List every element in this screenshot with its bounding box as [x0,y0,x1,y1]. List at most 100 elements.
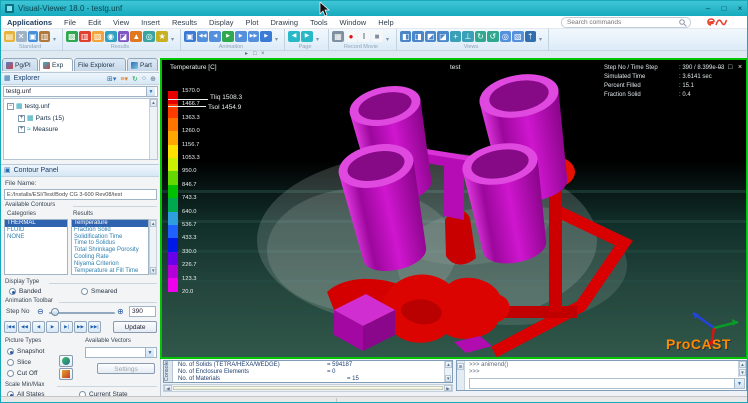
record-overflow-icon[interactable]: ▾ [386,36,389,43]
expand-icon[interactable]: + [18,115,25,122]
axis-triad-icon[interactable]: + [450,31,461,42]
settings-button[interactable]: Settings [97,363,155,374]
refresh-icon[interactable]: ↻ [132,75,138,83]
cutoff-icon-button[interactable] [59,368,73,380]
step-back-button[interactable]: ◀ [32,321,45,333]
menu-applications[interactable]: Applications [1,16,58,29]
minimize-button[interactable]: – [701,1,715,16]
tab-pgpl[interactable]: Pg/Pl [2,58,38,71]
fast-forward-icon[interactable]: ▶▶ [248,31,260,42]
menu-insert[interactable]: Insert [135,16,166,29]
search-box[interactable] [561,17,691,28]
play-icon[interactable]: ▶ [222,31,234,42]
results-list[interactable]: Temperature Fraction Solid Solidificatio… [71,219,149,275]
viewport-close-icon[interactable]: × [738,64,742,71]
combo-dropdown-icon[interactable]: ▼ [146,87,155,96]
category-item[interactable]: THERMAL [5,220,67,227]
result-item[interactable]: Total Shrinkage Porosity [72,247,148,254]
rotate-icon[interactable]: ↻ [475,31,486,42]
anchor-icon[interactable]: † [525,31,536,42]
iso-surface-icon[interactable]: ◉ [105,31,117,42]
console-vscrollbar[interactable]: ▲ ▼ [444,361,452,382]
scroll-down-icon[interactable]: ▼ [150,267,156,274]
tree-filter-icon[interactable]: ⊞▾ [107,75,116,83]
float-panel-icon[interactable]: ▸ [245,51,248,58]
viewport-3d[interactable]: Temperature [C] test – □ × Step No / Tim… [160,58,748,359]
result-item[interactable]: Temperature [72,220,148,227]
fast-forward-button[interactable]: ▶▶ [74,321,87,333]
radio-cutoff[interactable]: Cut Off [7,370,37,377]
expand-icon[interactable]: + [18,126,25,133]
open-file-icon[interactable]: ▤ [4,31,15,42]
menu-help[interactable]: Help [372,16,399,29]
record-icon[interactable]: ● [345,31,357,42]
chart-icon[interactable]: ▲ [130,31,142,42]
menu-results[interactable]: Results [166,16,203,29]
input-dropdown-icon[interactable]: ▼ [734,379,744,388]
radio-banded[interactable]: Banded [9,288,41,295]
probe-icon[interactable]: ◎ [143,31,155,42]
categories-list[interactable]: THERMAL FLUID NONE [4,219,68,275]
front-view-icon[interactable]: ◨ [412,31,423,42]
expand-console-icon[interactable]: ⊞ [457,363,464,370]
category-item[interactable]: FLUID [5,227,67,234]
last-step-button[interactable]: ▶▶| [88,321,101,333]
combo-dropdown-icon[interactable]: ▼ [145,348,154,357]
results-overflow-icon[interactable]: ▾ [171,36,174,43]
step-back-icon[interactable]: ◀ [209,31,221,42]
radio-snapshot[interactable]: Snapshot [7,348,44,355]
top-view-icon[interactable]: ◪ [437,31,448,42]
update-button[interactable]: Update [113,321,157,333]
step-plus-icon[interactable]: ⊕ [117,307,124,316]
tree-item-measure[interactable]: + ≈ Measure [18,126,58,133]
stop-icon[interactable]: ■ [371,31,383,42]
result-item[interactable]: Cooling Rate [72,254,148,261]
menu-plot[interactable]: Plot [240,16,265,29]
menu-tools[interactable]: Tools [304,16,334,29]
step-forward-button[interactable]: ▶| [60,321,73,333]
center-view-icon[interactable]: ◎ [500,31,511,42]
contour-icon[interactable]: ▩ [66,31,78,42]
scroll-down-icon[interactable]: ▼ [739,369,746,376]
normal-to-icon[interactable]: ⊥ [462,31,473,42]
rewind-icon[interactable]: ◀◀ [197,31,209,42]
scroll-left-icon[interactable]: ◀ [164,385,172,391]
play-button[interactable]: ▶ [46,321,59,333]
result-item[interactable]: Time to Solidus [72,240,148,247]
search-input[interactable] [565,18,679,27]
step-minus-icon[interactable]: ⊖ [37,307,44,316]
scroll-up-icon[interactable]: ▲ [150,99,157,107]
last-frame-icon[interactable]: ▶ [260,31,272,42]
scroll-up-icon[interactable]: ▲ [739,361,746,368]
viewport-restore-icon[interactable]: □ [728,64,732,71]
cut-icon[interactable]: ✕ [16,31,27,42]
first-step-button[interactable]: |◀◀ [4,321,17,333]
results-wizard-icon[interactable]: ★ [156,31,168,42]
tree-item-parts[interactable]: + ▦ Parts (15) [18,114,64,122]
scroll-right-icon[interactable]: ▶ [444,385,452,391]
step-slider-thumb[interactable] [51,308,59,316]
standard-overflow-icon[interactable]: ▾ [53,36,56,43]
close-panel-icon[interactable]: × [261,51,265,58]
tree-scrollbar[interactable]: ▲ [149,99,157,159]
model-combo[interactable]: testg.unf ▼ [3,86,158,97]
movie-icon[interactable]: ▦ [332,31,344,42]
page-overflow-icon[interactable]: ▾ [316,36,319,43]
side-view-icon[interactable]: ◩ [425,31,436,42]
maximize-button[interactable]: □ [717,1,731,16]
hscroll-thumb[interactable] [173,386,443,390]
previous-page-icon[interactable]: ◀ [288,31,300,42]
category-item[interactable]: NONE [5,234,67,241]
next-page-icon[interactable]: ▶ [301,31,313,42]
step-forward-icon[interactable]: ▶ [235,31,247,42]
menu-view[interactable]: View [107,16,135,29]
views-overflow-icon[interactable]: ▾ [539,36,542,43]
scroll-up-icon[interactable]: ▲ [150,220,156,227]
paste-icon[interactable]: ▥ [39,31,50,42]
vectors-combo[interactable]: ▼ [85,347,157,358]
animation-overflow-icon[interactable]: ▾ [275,36,278,43]
rewind-button[interactable]: ◀◀ [18,321,31,333]
tree-item-root[interactable]: − ▦ testg.unf [7,102,50,110]
tab-part[interactable]: Part [127,58,158,71]
result-item[interactable]: Fraction Solid [72,227,148,234]
